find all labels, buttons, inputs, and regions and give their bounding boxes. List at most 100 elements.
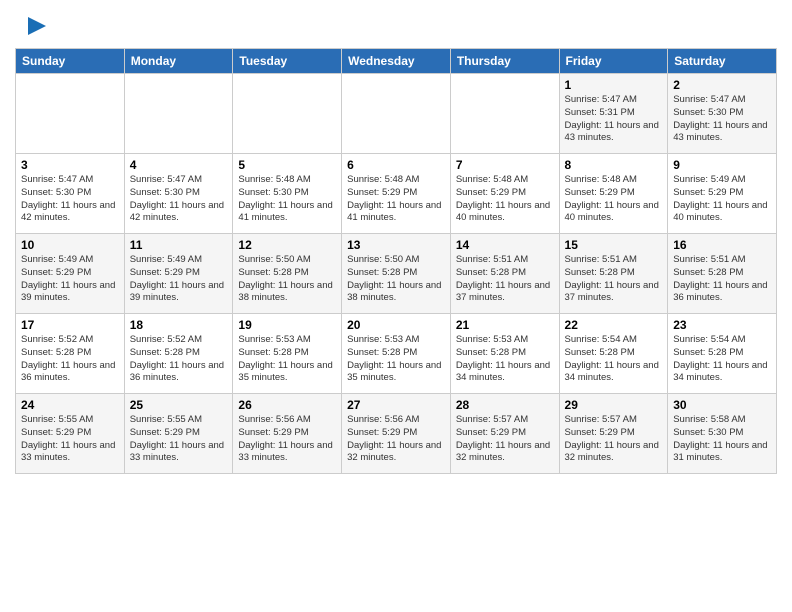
day-info: Sunrise: 5:51 AM Sunset: 5:28 PM Dayligh… xyxy=(673,254,771,305)
day-info: Sunrise: 5:55 AM Sunset: 5:29 PM Dayligh… xyxy=(21,414,119,465)
day-number: 27 xyxy=(347,398,445,412)
calendar-table: SundayMondayTuesdayWednesdayThursdayFrid… xyxy=(15,48,777,474)
calendar-cell: 5 Sunrise: 5:48 AM Sunset: 5:30 PM Daylig… xyxy=(233,154,342,234)
calendar-week-1: 1 Sunrise: 5:47 AM Sunset: 5:31 PM Daylig… xyxy=(16,74,777,154)
day-info: Sunrise: 5:53 AM Sunset: 5:28 PM Dayligh… xyxy=(456,334,554,385)
day-number: 6 xyxy=(347,158,445,172)
calendar-cell: 16 Sunrise: 5:51 AM Sunset: 5:28 PM Dayli… xyxy=(668,234,777,314)
day-info: Sunrise: 5:55 AM Sunset: 5:29 PM Dayligh… xyxy=(130,414,228,465)
day-info: Sunrise: 5:52 AM Sunset: 5:28 PM Dayligh… xyxy=(21,334,119,385)
day-header-wednesday: Wednesday xyxy=(342,49,451,74)
day-info: Sunrise: 5:51 AM Sunset: 5:28 PM Dayligh… xyxy=(565,254,663,305)
calendar-cell: 30 Sunrise: 5:58 AM Sunset: 5:30 PM Dayli… xyxy=(668,394,777,474)
calendar-week-2: 3Sunrise: 5:47 AM Sunset: 5:30 PM Daylig… xyxy=(16,154,777,234)
calendar-cell: 15 Sunrise: 5:51 AM Sunset: 5:28 PM Dayli… xyxy=(559,234,668,314)
day-header-friday: Friday xyxy=(559,49,668,74)
calendar-cell: 22 Sunrise: 5:54 AM Sunset: 5:28 PM Dayli… xyxy=(559,314,668,394)
calendar-cell: 18 Sunrise: 5:52 AM Sunset: 5:28 PM Dayli… xyxy=(124,314,233,394)
calendar-cell xyxy=(16,74,125,154)
calendar-cell: 23 Sunrise: 5:54 AM Sunset: 5:28 PM Dayli… xyxy=(668,314,777,394)
calendar-week-4: 17 Sunrise: 5:52 AM Sunset: 5:28 PM Dayli… xyxy=(16,314,777,394)
day-info: Sunrise: 5:50 AM Sunset: 5:28 PM Dayligh… xyxy=(238,254,336,305)
day-number: 12 xyxy=(238,238,336,252)
day-number: 8 xyxy=(565,158,663,172)
day-number: 22 xyxy=(565,318,663,332)
day-number: 18 xyxy=(130,318,228,332)
day-info: Sunrise: 5:54 AM Sunset: 5:28 PM Dayligh… xyxy=(565,334,663,385)
calendar-header-row: SundayMondayTuesdayWednesdayThursdayFrid… xyxy=(16,49,777,74)
day-info: Sunrise: 5:49 AM Sunset: 5:29 PM Dayligh… xyxy=(130,254,228,305)
day-number: 2 xyxy=(673,78,771,92)
calendar-cell: 2 Sunrise: 5:47 AM Sunset: 5:30 PM Daylig… xyxy=(668,74,777,154)
calendar-cell: 11 Sunrise: 5:49 AM Sunset: 5:29 PM Dayli… xyxy=(124,234,233,314)
day-number: 7 xyxy=(456,158,554,172)
calendar-cell: 6 Sunrise: 5:48 AM Sunset: 5:29 PM Daylig… xyxy=(342,154,451,234)
calendar-cell: 29Sunrise: 5:57 AM Sunset: 5:29 PM Dayli… xyxy=(559,394,668,474)
day-info: Sunrise: 5:47 AM Sunset: 5:30 PM Dayligh… xyxy=(673,94,771,145)
day-info: Sunrise: 5:49 AM Sunset: 5:29 PM Dayligh… xyxy=(21,254,119,305)
day-number: 13 xyxy=(347,238,445,252)
day-info: Sunrise: 5:56 AM Sunset: 5:29 PM Dayligh… xyxy=(238,414,336,465)
day-number: 17 xyxy=(21,318,119,332)
calendar-cell: 12 Sunrise: 5:50 AM Sunset: 5:28 PM Dayli… xyxy=(233,234,342,314)
calendar-cell: 9 Sunrise: 5:49 AM Sunset: 5:29 PM Daylig… xyxy=(668,154,777,234)
day-info: Sunrise: 5:58 AM Sunset: 5:30 PM Dayligh… xyxy=(673,414,771,465)
day-number: 29 xyxy=(565,398,663,412)
day-info: Sunrise: 5:53 AM Sunset: 5:28 PM Dayligh… xyxy=(347,334,445,385)
day-info: Sunrise: 5:49 AM Sunset: 5:29 PM Dayligh… xyxy=(673,174,771,225)
day-number: 9 xyxy=(673,158,771,172)
calendar-cell: 17 Sunrise: 5:52 AM Sunset: 5:28 PM Dayli… xyxy=(16,314,125,394)
calendar-cell xyxy=(233,74,342,154)
day-info: Sunrise: 5:47 AM Sunset: 5:30 PM Dayligh… xyxy=(21,174,119,225)
day-info: Sunrise: 5:48 AM Sunset: 5:30 PM Dayligh… xyxy=(238,174,336,225)
day-number: 1 xyxy=(565,78,663,92)
day-number: 23 xyxy=(673,318,771,332)
calendar-cell: 28 Sunrise: 5:57 AM Sunset: 5:29 PM Dayli… xyxy=(450,394,559,474)
day-header-saturday: Saturday xyxy=(668,49,777,74)
day-number: 30 xyxy=(673,398,771,412)
day-number: 15 xyxy=(565,238,663,252)
day-number: 26 xyxy=(238,398,336,412)
calendar-cell: 19 Sunrise: 5:53 AM Sunset: 5:28 PM Dayli… xyxy=(233,314,342,394)
logo xyxy=(15,14,48,42)
day-header-monday: Monday xyxy=(124,49,233,74)
calendar-week-3: 10 Sunrise: 5:49 AM Sunset: 5:29 PM Dayli… xyxy=(16,234,777,314)
day-info: Sunrise: 5:53 AM Sunset: 5:28 PM Dayligh… xyxy=(238,334,336,385)
day-info: Sunrise: 5:47 AM Sunset: 5:31 PM Dayligh… xyxy=(565,94,663,145)
day-header-thursday: Thursday xyxy=(450,49,559,74)
calendar-week-5: 24 Sunrise: 5:55 AM Sunset: 5:29 PM Dayli… xyxy=(16,394,777,474)
calendar-cell: 1 Sunrise: 5:47 AM Sunset: 5:31 PM Daylig… xyxy=(559,74,668,154)
day-number: 24 xyxy=(21,398,119,412)
day-info: Sunrise: 5:48 AM Sunset: 5:29 PM Dayligh… xyxy=(347,174,445,225)
day-info: Sunrise: 5:52 AM Sunset: 5:28 PM Dayligh… xyxy=(130,334,228,385)
calendar-cell xyxy=(124,74,233,154)
calendar-cell: 13Sunrise: 5:50 AM Sunset: 5:28 PM Dayli… xyxy=(342,234,451,314)
day-info: Sunrise: 5:57 AM Sunset: 5:29 PM Dayligh… xyxy=(456,414,554,465)
day-info: Sunrise: 5:48 AM Sunset: 5:29 PM Dayligh… xyxy=(565,174,663,225)
day-number: 11 xyxy=(130,238,228,252)
day-info: Sunrise: 5:51 AM Sunset: 5:28 PM Dayligh… xyxy=(456,254,554,305)
calendar-cell: 10 Sunrise: 5:49 AM Sunset: 5:29 PM Dayli… xyxy=(16,234,125,314)
day-number: 4 xyxy=(130,158,228,172)
day-number: 16 xyxy=(673,238,771,252)
calendar-cell: 4 Sunrise: 5:47 AM Sunset: 5:30 PM Daylig… xyxy=(124,154,233,234)
calendar-cell: 27Sunrise: 5:56 AM Sunset: 5:29 PM Dayli… xyxy=(342,394,451,474)
calendar-cell: 3Sunrise: 5:47 AM Sunset: 5:30 PM Daylig… xyxy=(16,154,125,234)
day-info: Sunrise: 5:48 AM Sunset: 5:29 PM Dayligh… xyxy=(456,174,554,225)
calendar-cell: 21Sunrise: 5:53 AM Sunset: 5:28 PM Dayli… xyxy=(450,314,559,394)
day-info: Sunrise: 5:47 AM Sunset: 5:30 PM Dayligh… xyxy=(130,174,228,225)
day-number: 25 xyxy=(130,398,228,412)
calendar-cell: 25 Sunrise: 5:55 AM Sunset: 5:29 PM Dayli… xyxy=(124,394,233,474)
calendar-cell: 24 Sunrise: 5:55 AM Sunset: 5:29 PM Dayli… xyxy=(16,394,125,474)
day-number: 20 xyxy=(347,318,445,332)
day-number: 5 xyxy=(238,158,336,172)
day-number: 28 xyxy=(456,398,554,412)
day-number: 10 xyxy=(21,238,119,252)
day-header-sunday: Sunday xyxy=(16,49,125,74)
day-info: Sunrise: 5:54 AM Sunset: 5:28 PM Dayligh… xyxy=(673,334,771,385)
calendar-cell xyxy=(342,74,451,154)
calendar-cell: 20 Sunrise: 5:53 AM Sunset: 5:28 PM Dayli… xyxy=(342,314,451,394)
day-header-tuesday: Tuesday xyxy=(233,49,342,74)
day-number: 14 xyxy=(456,238,554,252)
day-number: 19 xyxy=(238,318,336,332)
